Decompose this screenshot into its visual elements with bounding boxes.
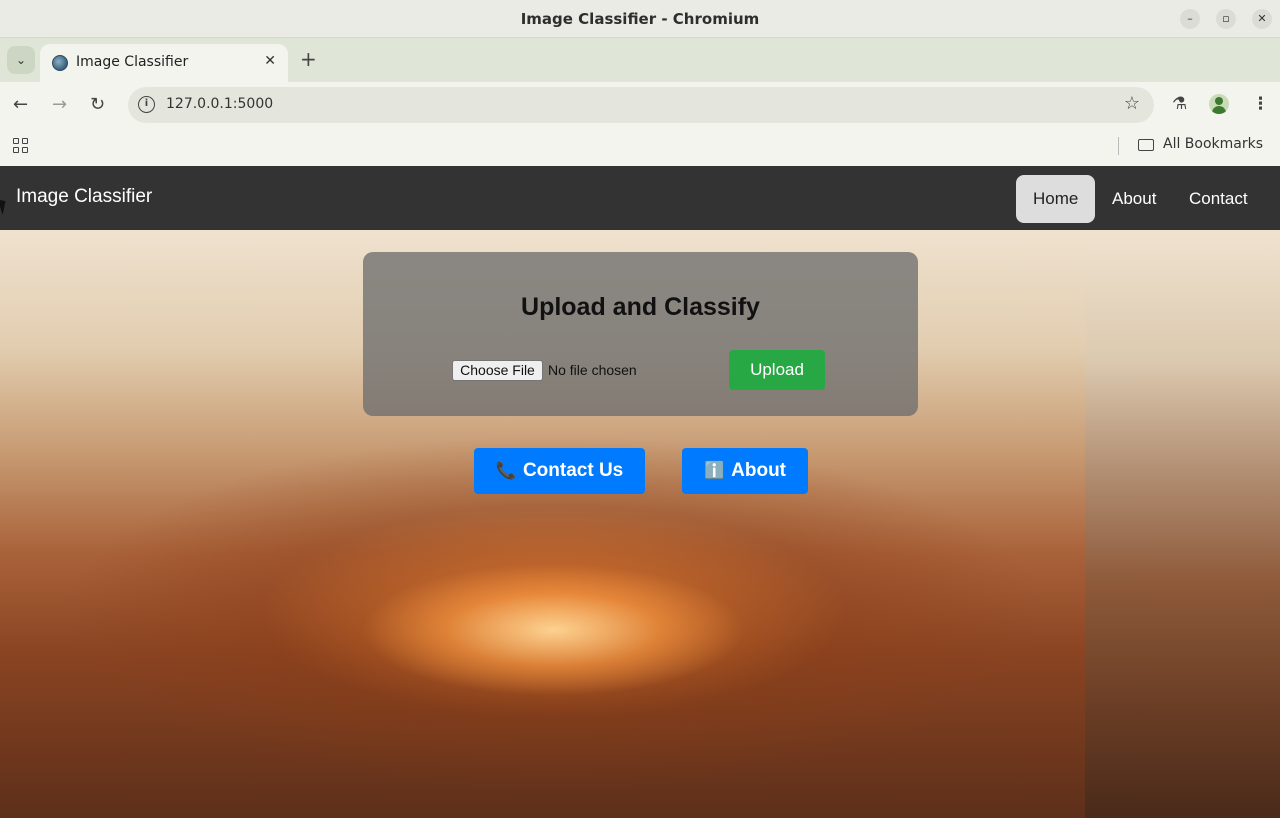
reload-button[interactable]: ↻ — [90, 94, 105, 116]
profile-avatar-icon[interactable] — [1209, 94, 1229, 114]
tab-close-icon[interactable]: ✕ — [264, 53, 276, 69]
tab-search-button[interactable]: ⌄ — [7, 46, 35, 74]
window-titlebar: Image Classifier - Chromium – ▫ ✕ — [0, 0, 1280, 38]
tab-title: Image Classifier — [76, 54, 189, 70]
avatar-head — [1215, 97, 1223, 105]
tab-strip: ⌄ Image Classifier ✕ + — [0, 38, 1280, 82]
tab-image-classifier[interactable]: Image Classifier ✕ — [40, 44, 288, 82]
nav-about[interactable]: About — [1095, 175, 1173, 223]
nav-contact[interactable]: Contact — [1172, 175, 1265, 223]
page-viewport: Image Classifier Home About Contact Uplo… — [0, 166, 1280, 818]
browser-toolbar: ← → ↻ i 127.0.0.1:5000 ☆ ⚗ ⋮ — [0, 82, 1280, 128]
background-image-repeat — [1085, 230, 1280, 818]
contact-us-button[interactable]: 📞 Contact Us — [474, 448, 645, 494]
contact-us-label: Contact Us — [522, 460, 624, 481]
maximize-button[interactable]: ▫ — [1216, 9, 1236, 29]
about-button[interactable]: ℹ️ About — [682, 448, 808, 494]
choose-file-button[interactable]: Choose File — [452, 360, 543, 381]
info-icon: ℹ️ — [703, 461, 726, 480]
site-navbar: Image Classifier Home About Contact — [0, 166, 1280, 230]
address-bar[interactable]: i 127.0.0.1:5000 ☆ — [128, 87, 1154, 123]
forward-button[interactable]: → — [52, 94, 67, 116]
site-brand[interactable]: Image Classifier — [16, 186, 152, 208]
folder-icon[interactable] — [1138, 139, 1154, 151]
labs-flask-icon[interactable]: ⚗ — [1172, 93, 1187, 115]
upload-button[interactable]: Upload — [729, 350, 825, 390]
globe-icon — [52, 55, 68, 71]
site-info-icon[interactable]: i — [138, 96, 155, 113]
window-title: Image Classifier - Chromium — [520, 10, 760, 28]
all-bookmarks-link[interactable]: All Bookmarks — [1163, 136, 1263, 152]
new-tab-button[interactable]: + — [300, 48, 317, 70]
url-text[interactable]: 127.0.0.1:5000 — [166, 96, 273, 112]
back-button[interactable]: ← — [13, 94, 28, 116]
bookmarks-bar: All Bookmarks — [0, 128, 1280, 166]
minimize-button[interactable]: – — [1180, 9, 1200, 29]
nav-home[interactable]: Home — [1016, 175, 1096, 223]
avatar-body — [1212, 106, 1226, 114]
bookmarks-separator — [1118, 137, 1119, 155]
about-label: About — [731, 460, 787, 481]
close-window-button[interactable]: ✕ — [1252, 9, 1272, 29]
apps-grid-icon[interactable] — [13, 138, 29, 154]
bookmark-star-icon[interactable]: ☆ — [1124, 93, 1140, 114]
file-status-text: No file chosen — [548, 362, 637, 378]
upload-card: Upload and Classify Choose File No file … — [363, 252, 918, 416]
browser-menu-icon[interactable]: ⋮ — [1252, 93, 1269, 115]
phone-icon: 📞 — [495, 461, 517, 480]
upload-card-title: Upload and Classify — [521, 293, 760, 321]
